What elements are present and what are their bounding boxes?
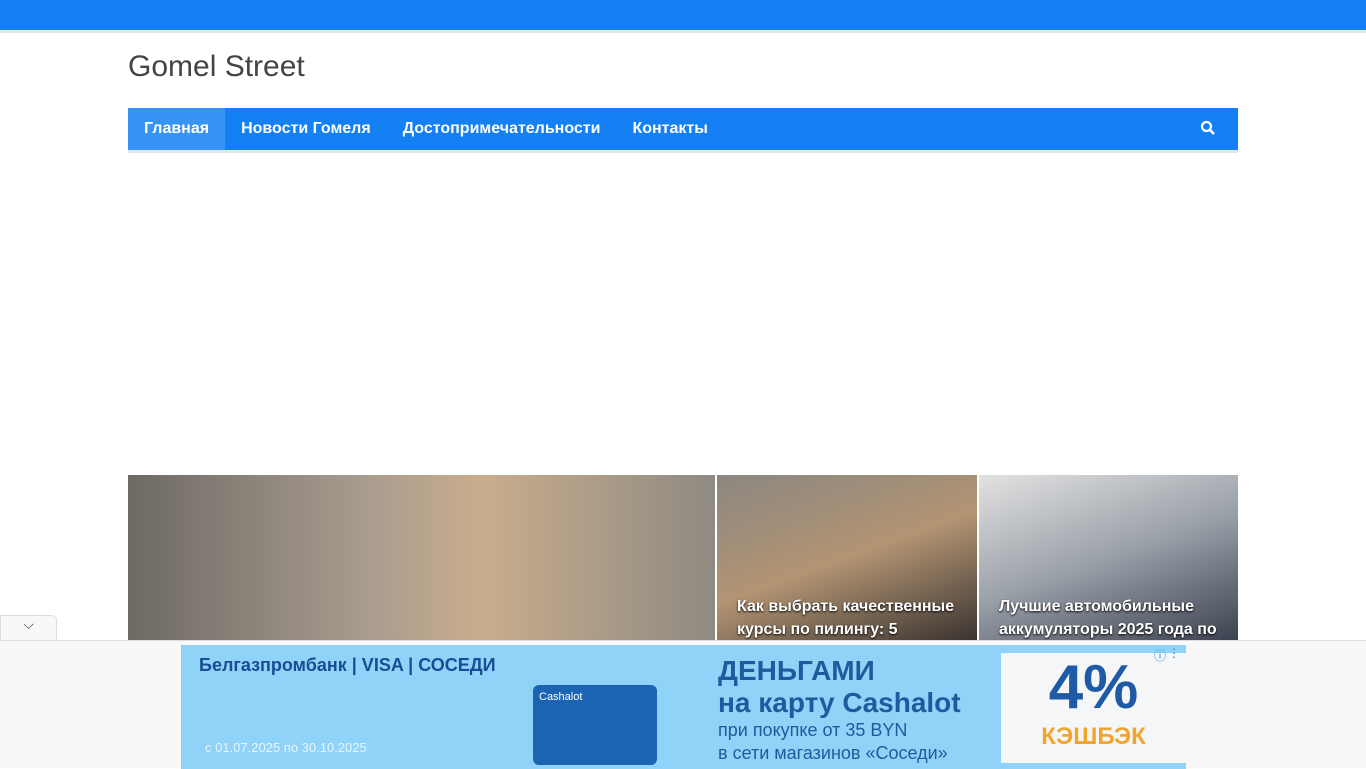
nav-item-news[interactable]: Новости Гомеля (225, 108, 387, 150)
featured-post[interactable]: Лучшие автомобильные аккумуляторы 2025 г… (979, 475, 1238, 640)
site-title[interactable]: Gomel Street (128, 50, 305, 84)
ad-cashback-label: КЭШБЭК (1041, 723, 1146, 750)
ad-headline: ДЕНЬГАМИ на карту Cashalot (718, 655, 961, 719)
ad-menu-icon[interactable]: ⋮ (1168, 646, 1180, 660)
collapse-ad-button[interactable]: ⌵ (0, 615, 57, 640)
ad-headline-1: ДЕНЬГАМИ (718, 655, 875, 686)
ad-line-2: в сети магазинов «Соседи» (718, 743, 948, 763)
ad-date: с 01.07.2025 по 30.10.2025 (205, 740, 367, 755)
featured-post-title[interactable]: Как выбрать качественные курсы по пилинг… (737, 595, 963, 640)
featured-post-title[interactable]: Лучшие автомобильные аккумуляторы 2025 г… (999, 595, 1224, 640)
ad-brand: Белгазпромбанк | VISA | СОСЕДИ (199, 655, 496, 675)
top-bar (0, 0, 1366, 33)
ad-info-icon[interactable]: ⓘ (1154, 647, 1166, 664)
nav-item-home[interactable]: Главная (128, 108, 226, 150)
featured-post-main[interactable] (128, 475, 715, 640)
chevron-down-icon: ⌵ (23, 616, 34, 632)
ad-headline-2: на карту Cashalot (718, 687, 961, 718)
ad-line-1: при покупке от 35 BYN (718, 720, 908, 740)
ad-card: Cashalot (533, 685, 657, 765)
nav-item-contacts[interactable]: Контакты (616, 108, 723, 150)
featured-post[interactable]: Как выбрать качественные курсы по пилинг… (717, 475, 977, 640)
main-nav: Главная Новости Гомеля Достопримечательн… (128, 108, 1238, 153)
ad-banner[interactable]: Белгазпромбанк | VISA | СОСЕДИ с 01.07.2… (181, 645, 1186, 769)
ad-bar: Белгазпромбанк | VISA | СОСЕДИ с 01.07.2… (0, 640, 1366, 769)
ad-card-label: Cashalot (539, 691, 583, 703)
nav-item-sights[interactable]: Достопримечательности (387, 108, 617, 150)
ad-cashback: 4% КЭШБЭК (1001, 653, 1186, 763)
search-icon[interactable] (1200, 120, 1216, 136)
ad-subtext: при покупке от 35 BYN в сети магазинов «С… (718, 719, 948, 765)
